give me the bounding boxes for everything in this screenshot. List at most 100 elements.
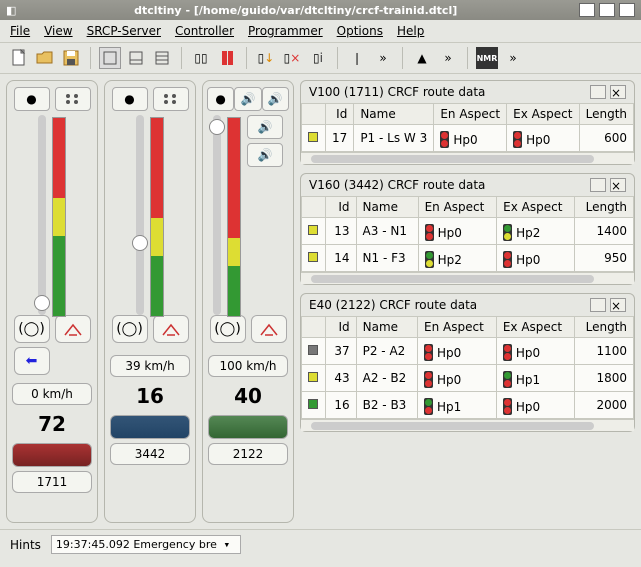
dice-icon[interactable] [55,87,91,111]
route-group-1: V160 (3442) CRCF route data × IdNameEn A… [300,173,635,285]
hints-label: Hints [10,538,41,552]
layout2-icon[interactable] [125,47,147,69]
train-icon[interactable]: ▲ [411,47,433,69]
menu-view[interactable]: View [44,24,72,38]
brake-icon[interactable]: (◯) [210,315,246,343]
horizontal-scrollbar[interactable] [301,152,634,164]
table-row[interactable]: 17P1 - Ls W 3 Hp0 Hp0 600 [302,125,634,152]
signal-red-icon[interactable] [216,47,238,69]
led-icon[interactable]: ● [112,87,148,111]
new-file-icon[interactable] [8,47,30,69]
pantograph-icon[interactable] [251,315,287,343]
route-group-0: V100 (1711) CRCF route data × IdNameEn A… [300,80,635,165]
speaker1-icon[interactable]: 🔊 [234,87,261,111]
loco-number: 40 [208,381,288,411]
status-message-combo[interactable]: 19:37:45.092 Emergency bre ▾ [51,535,241,554]
group-restore-icon[interactable] [590,178,606,192]
led-icon[interactable]: ● [207,87,234,111]
horizontal-scrollbar[interactable] [301,272,634,284]
status-square [308,225,318,235]
route-tables: V100 (1711) CRCF route data × IdNameEn A… [300,74,641,529]
more2-icon[interactable]: » [437,47,459,69]
loco-image [12,443,92,467]
group-close-icon[interactable]: × [610,85,626,99]
group-restore-icon[interactable] [590,298,606,312]
dice-icon[interactable] [153,87,189,111]
close-button[interactable]: × [619,3,635,17]
route-group-2: E40 (2122) CRCF route data × IdNameEn As… [300,293,635,432]
layout1-icon[interactable] [99,47,121,69]
group-restore-icon[interactable] [590,85,606,99]
menu-help[interactable]: Help [397,24,424,38]
status-square [308,252,318,262]
signal-x-icon[interactable]: ▯× [281,47,303,69]
minimize-button[interactable]: – [579,3,595,17]
loco-image [110,415,190,439]
route-table: IdNameEn AspectEx AspectLength 37P2 - A2… [301,316,634,419]
menu-srcp-server[interactable]: SRCP-Server [87,24,161,38]
speed-display: 100 km/h [208,355,288,377]
loco-id: 1711 [12,471,92,493]
controller-panels: ● (◯) ⬅ 0 km/h 72 1711 ● [0,74,300,529]
pantograph-icon[interactable] [153,315,189,343]
nmr-icon[interactable]: NMR [476,47,498,69]
speaker4-icon[interactable]: 🔊 [247,143,283,167]
group-title: V160 (3442) CRCF route data [309,178,485,192]
speed-slider[interactable] [38,115,46,315]
group-title: V100 (1711) CRCF route data [309,85,485,99]
brake-icon[interactable]: (◯) [14,315,50,343]
menu-file[interactable]: File [10,24,30,38]
group-title: E40 (2122) CRCF route data [309,298,477,312]
horizontal-scrollbar[interactable] [301,419,634,431]
more3-icon[interactable]: » [502,47,524,69]
window-title: dtcltiny - [/home/guido/var/dtcltiny/crc… [16,4,575,17]
speaker2-icon[interactable]: 🔊 [262,87,289,111]
layout3-icon[interactable] [151,47,173,69]
signal1-icon[interactable]: ▯▯ [190,47,212,69]
controller-panel-2: ●🔊🔊 🔊🔊 (◯) 100 km/h 40 2122 [202,80,294,523]
speed-display: 0 km/h [12,383,92,405]
loco-image [208,415,288,439]
status-square [308,372,318,382]
speed-meter [150,117,164,317]
status-square [308,399,318,409]
route-table: IdNameEn AspectEx AspectLength 17P1 - Ls… [301,103,634,152]
table-row[interactable]: 14N1 - F3 Hp2 Hp0 950 [302,245,634,272]
save-file-icon[interactable] [60,47,82,69]
table-row[interactable]: 37P2 - A2 Hp0 Hp0 1100 [302,338,634,365]
direction-left-icon[interactable]: ⬅ [14,347,50,375]
menu-options[interactable]: Options [337,24,383,38]
maximize-button[interactable]: □ [599,3,615,17]
speed-display: 39 km/h [110,355,190,377]
led-icon[interactable]: ● [14,87,50,111]
speed-slider[interactable] [213,115,221,315]
status-square [308,345,318,355]
app-icon: ◧ [6,4,16,17]
menubar: File View SRCP-Server Controller Program… [0,20,641,43]
menu-programmer[interactable]: Programmer [248,24,323,38]
signal-down-icon[interactable]: ▯↓ [255,47,277,69]
open-file-icon[interactable] [34,47,56,69]
group-close-icon[interactable]: × [610,298,626,312]
table-row[interactable]: 43A2 - B2 Hp0 Hp1 1800 [302,365,634,392]
status-bar: Hints 19:37:45.092 Emergency bre ▾ [0,529,641,559]
speaker3-icon[interactable]: 🔊 [247,115,283,139]
group-close-icon[interactable]: × [610,178,626,192]
table-row[interactable]: 16B2 - B3 Hp1 Hp0 2000 [302,392,634,419]
route-table: IdNameEn AspectEx AspectLength 13A3 - N1… [301,196,634,272]
loco-number: 16 [110,381,190,411]
menu-controller[interactable]: Controller [175,24,234,38]
toolbar: ▯▯ ▯↓ ▯× ▯i ❘ » ▲ » NMR » [0,43,641,74]
pantograph-icon[interactable] [55,315,91,343]
brake-icon[interactable]: (◯) [112,315,148,343]
signal-info-icon[interactable]: ▯i [307,47,329,69]
speed-meter [52,117,66,317]
table-row[interactable]: 13A3 - N1 Hp0 Hp2 1400 [302,218,634,245]
more1-icon[interactable]: » [372,47,394,69]
loco-id: 2122 [208,443,288,465]
speed-slider[interactable] [136,115,144,315]
marker-icon[interactable]: ❘ [346,47,368,69]
controller-panel-1: ● (◯) 39 km/h 16 3442 [104,80,196,523]
loco-id: 3442 [110,443,190,465]
titlebar: ◧ dtcltiny - [/home/guido/var/dtcltiny/c… [0,0,641,20]
